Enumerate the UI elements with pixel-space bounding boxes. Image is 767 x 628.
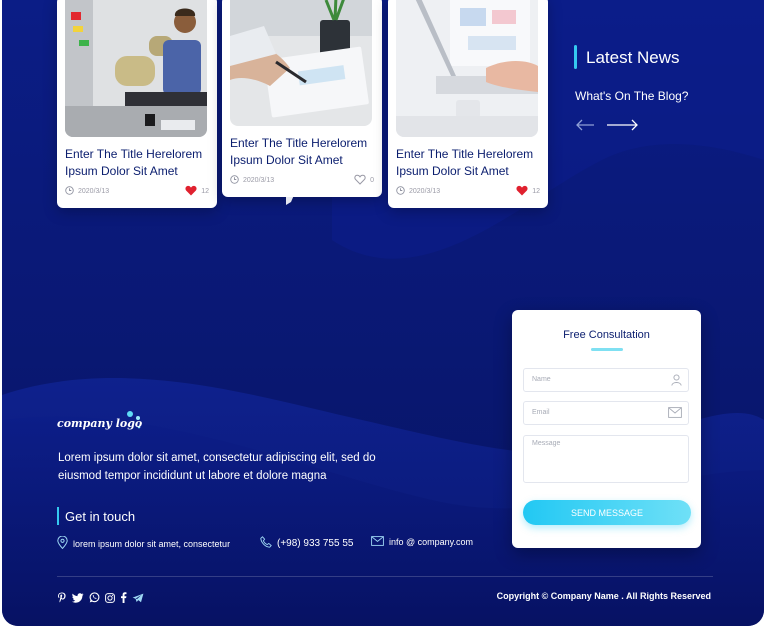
pinterest-icon[interactable] [57, 592, 67, 603]
blog-card-title[interactable]: Enter The Title Herelorem Ipsum Dolor Si… [396, 146, 542, 180]
email-field[interactable]: Email [523, 401, 689, 425]
blog-card-title[interactable]: Enter The Title Herelorem Ipsum Dolor Si… [230, 135, 376, 169]
heart-outline-icon[interactable] [354, 174, 366, 187]
footer-divider [57, 576, 713, 577]
mail-icon [371, 536, 384, 548]
blog-card-date: 2020/3/13 [409, 187, 441, 195]
news-heading: Latest News [586, 48, 680, 67]
instagram-icon[interactable] [105, 592, 115, 603]
arrow-right-icon[interactable] [606, 118, 639, 132]
blog-card[interactable]: Enter The Title Herelorem Ipsum Dolor Si… [57, 0, 217, 208]
contact-phone[interactable]: (+98) 933 755 55 [260, 536, 353, 551]
news-accent-bar [574, 45, 577, 69]
whatsapp-icon[interactable] [89, 592, 100, 603]
address-text: lorem ipsum dolor sit amet, consectetur [73, 538, 231, 549]
heart-icon[interactable] [516, 185, 528, 198]
get-in-touch-heading: Get in touch [65, 509, 136, 524]
blog-card-image [396, 0, 538, 137]
blog-card[interactable]: Enter The Title Herelorem Ipsum Dolor Si… [222, 0, 382, 197]
phone-icon [260, 536, 272, 551]
copyright-text: Copyright © Company Name . All Rights Re… [496, 591, 711, 601]
like-count: 0 [370, 176, 374, 184]
envelope-icon [668, 407, 682, 420]
blog-card-title[interactable]: Enter The Title Herelorem Ipsum Dolor Si… [65, 146, 211, 180]
blog-card-image [230, 0, 372, 126]
arrow-left-icon[interactable] [575, 118, 595, 132]
contact-email[interactable]: info @ company.com [371, 536, 473, 548]
telegram-icon[interactable] [132, 593, 144, 603]
cursor-icon [286, 195, 294, 205]
social-links [57, 592, 144, 603]
message-placeholder: Message [532, 440, 561, 447]
twitter-icon[interactable] [72, 592, 84, 603]
clock-icon [396, 185, 405, 197]
blog-card-image [65, 0, 207, 137]
footer-section: Enter The Title Herelorem Ipsum Dolor Si… [2, 0, 764, 626]
send-message-button[interactable]: SEND MESSAGE [523, 500, 691, 525]
user-icon [671, 374, 682, 388]
blog-card-date: 2020/3/13 [78, 187, 110, 195]
facebook-icon[interactable] [120, 592, 127, 603]
email-text: info @ company.com [389, 537, 474, 547]
form-title: Free Consultation [563, 329, 650, 341]
company-logo[interactable]: company logo [57, 417, 142, 430]
blog-card-date: 2020/3/13 [243, 176, 275, 184]
heart-icon[interactable] [185, 185, 197, 198]
contact-address: lorem ipsum dolor sit amet, consectetur [57, 535, 231, 551]
location-pin-icon [57, 535, 68, 551]
about-text: Lorem ipsum dolor sit amet, consectetur … [58, 452, 376, 482]
message-field[interactable]: Message [523, 435, 689, 483]
like-count: 12 [201, 187, 209, 195]
like-count: 12 [532, 187, 540, 195]
phone-text: (+98) 933 755 55 [277, 538, 354, 549]
name-field[interactable]: Name [523, 368, 689, 392]
clock-icon [230, 174, 239, 186]
get-in-touch-accent [57, 507, 59, 525]
blog-card[interactable]: Enter The Title Herelorem Ipsum Dolor Si… [388, 0, 548, 208]
consultation-form: Free Consultation Name Email Message SEN… [512, 310, 701, 548]
clock-icon [65, 185, 74, 197]
news-subtitle: What's On The Blog? [575, 89, 689, 103]
email-placeholder: Email [532, 409, 550, 416]
name-placeholder: Name [532, 376, 551, 383]
form-title-underline [591, 348, 623, 351]
